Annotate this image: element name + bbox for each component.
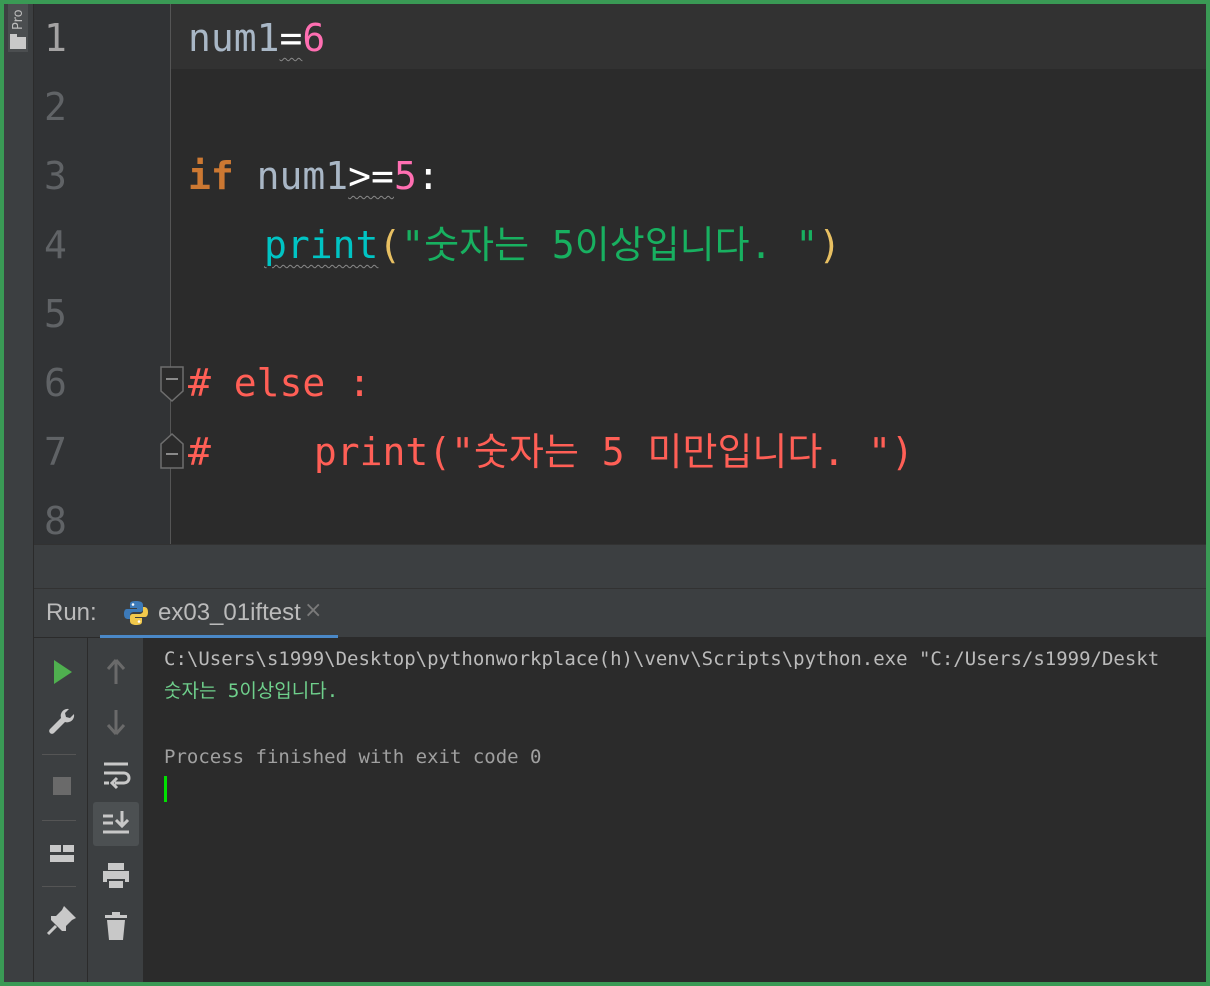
number-token: 6 <box>302 16 326 60</box>
arrow-down-icon[interactable] <box>96 702 136 742</box>
console-command-line: C:\Users\s1999\Desktop\pythonworkplace(h… <box>164 648 1160 670</box>
paren-close-token: ) <box>818 223 842 267</box>
console-exit-line: Process finished with exit code 0 <box>164 746 542 768</box>
toolbar-separator <box>42 820 76 821</box>
editor-bottom-bar <box>34 544 1206 588</box>
pin-icon[interactable] <box>42 900 82 940</box>
number-token: 5 <box>393 154 417 198</box>
current-line-highlight <box>170 4 1206 69</box>
console-caret <box>164 776 167 802</box>
line-number: 4 <box>44 223 67 267</box>
code-line-6[interactable]: # else : <box>188 349 371 418</box>
soft-wrap-icon[interactable] <box>96 754 136 794</box>
operator-token: = <box>279 16 303 60</box>
code-line-3[interactable]: if num1>=5: <box>188 142 440 211</box>
toolbar-separator <box>42 886 76 887</box>
wrench-icon[interactable] <box>42 702 82 742</box>
scroll-to-end-icon <box>103 811 130 834</box>
string-token: "숫자는 5이상입니다. " <box>401 223 819 267</box>
code-line-1[interactable]: num1=6 <box>188 4 325 73</box>
run-config-tab[interactable]: ex03_01iftest × <box>100 589 338 639</box>
scroll-to-end-button[interactable] <box>93 802 139 846</box>
paren-open-token: ( <box>378 223 402 267</box>
colon-token: : <box>416 154 440 198</box>
comment-hash-token: # <box>188 430 211 474</box>
code-editor[interactable]: 1 2 3 4 5 6 7 8 num1=6 if num1>=5: print… <box>34 4 1206 544</box>
console-output[interactable]: C:\Users\s1999\Desktop\pythonworkplace(h… <box>144 638 1206 982</box>
operator-token: >= <box>348 154 394 198</box>
print-icon[interactable] <box>96 856 136 896</box>
rerun-icon[interactable] <box>42 652 82 692</box>
console-output-line: 숫자는 5이상입니다. <box>164 680 339 702</box>
trash-icon[interactable] <box>96 906 136 946</box>
project-tool-tab[interactable]: Pro <box>8 4 28 52</box>
close-icon[interactable]: × <box>304 598 322 623</box>
stop-icon[interactable] <box>42 766 82 806</box>
line-number: 5 <box>44 292 67 336</box>
comment-token: # else : <box>188 361 372 405</box>
project-tab-label: Pro <box>11 9 26 30</box>
fold-start-icon[interactable] <box>158 365 186 403</box>
python-icon <box>124 601 148 625</box>
run-tab-title: ex03_01iftest <box>158 599 301 626</box>
run-toolbar-primary <box>34 638 88 982</box>
run-label: Run: <box>46 599 97 626</box>
code-line-7[interactable]: # print("숫자는 5 미만입니다. ") <box>188 418 914 487</box>
run-tool-header: Run: ex03_01iftest × <box>34 588 1206 639</box>
line-number: 7 <box>44 430 67 474</box>
layout-icon[interactable] <box>42 834 82 874</box>
folder-icon <box>10 34 26 49</box>
left-tool-strip: Pro <box>4 4 34 982</box>
ide-window: Pro 1 2 3 4 5 6 7 8 num1=6 if num1>=5: p… <box>4 4 1206 982</box>
line-number: 2 <box>44 85 67 129</box>
keyword-token: if <box>188 154 234 198</box>
fold-end-icon[interactable] <box>158 432 186 470</box>
code-line-4[interactable]: print("숫자는 5이상입니다. ") <box>264 211 841 280</box>
variable-token: num1 <box>256 154 349 198</box>
line-number: 3 <box>44 154 67 198</box>
toolbar-separator <box>42 754 76 755</box>
arrow-up-icon[interactable] <box>96 652 136 692</box>
variable-token: num1 <box>188 16 280 60</box>
builtin-token: print <box>264 223 379 267</box>
run-toolbar-secondary <box>88 638 144 982</box>
line-number: 1 <box>44 16 67 60</box>
line-number: 6 <box>44 361 67 405</box>
comment-token: print("숫자는 5 미만입니다. ") <box>313 430 914 474</box>
